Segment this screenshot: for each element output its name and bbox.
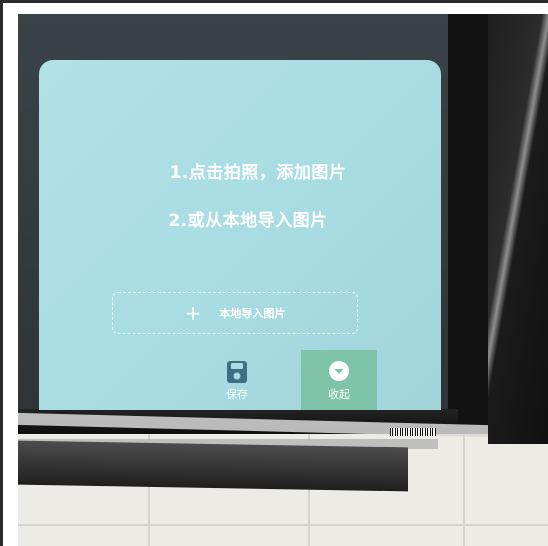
- photo-of-touchscreen: 1.点击拍照，添加图片 2.或从本地导入图片 + 本地导入图片 保存 收起: [18, 14, 548, 546]
- monitor-side-edge: [488, 14, 548, 444]
- photo-frame: 1.点击拍照，添加图片 2.或从本地导入图片 + 本地导入图片 保存 收起: [0, 0, 548, 546]
- frame-left-border: [0, 0, 3, 546]
- frame-top-border: [0, 0, 548, 3]
- plus-icon: +: [184, 301, 202, 325]
- image-import-panel: 1.点击拍照，添加图片 2.或从本地导入图片 + 本地导入图片 保存 收起: [39, 60, 441, 410]
- local-import-button[interactable]: + 本地导入图片: [112, 292, 358, 334]
- floppy-disk-icon: [227, 361, 247, 383]
- collapse-label: 收起: [328, 388, 350, 401]
- barcode-label: [390, 428, 436, 436]
- instruction-local-import: 2.或从本地导入图片: [168, 211, 328, 231]
- instruction-take-photo: 1.点击拍照，添加图片: [169, 163, 347, 183]
- marker-tray: [18, 440, 408, 492]
- collapse-button[interactable]: 收起: [301, 350, 377, 410]
- local-import-label: 本地导入图片: [219, 307, 286, 320]
- save-button[interactable]: 保存: [209, 350, 265, 410]
- chevron-down-circle-icon: [329, 361, 349, 381]
- save-label: 保存: [226, 388, 248, 401]
